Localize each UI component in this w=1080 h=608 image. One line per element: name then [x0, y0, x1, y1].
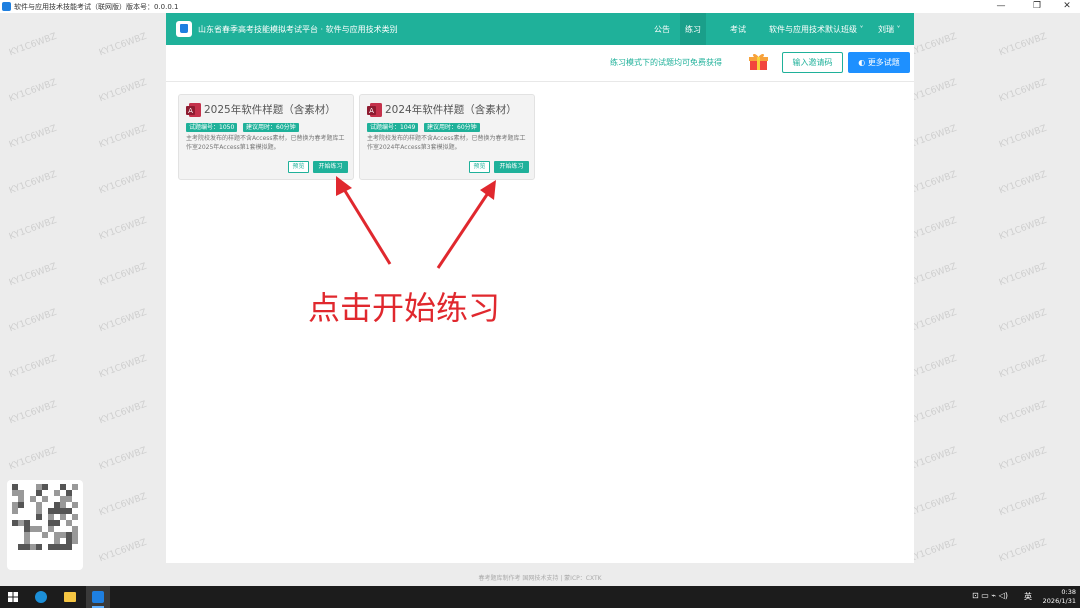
windows-taskbar: ⊡ ▭ ⌁ ◁) 英 0:38 2026/1/31 [0, 586, 1080, 608]
qr-module [12, 502, 18, 508]
qr-module [36, 490, 42, 496]
qr-module [60, 502, 66, 508]
qr-module [24, 526, 30, 532]
qr-module [72, 514, 78, 520]
qr-module [36, 544, 42, 550]
qr-module [18, 502, 24, 508]
qr-module [18, 490, 24, 496]
qr-module [18, 496, 24, 502]
arrow-line [340, 185, 392, 265]
qr-module [72, 526, 78, 532]
qr-module [66, 520, 72, 526]
qr-module [24, 532, 30, 538]
qr-module [66, 508, 72, 514]
clock-date: 2026/1/31 [1042, 597, 1076, 605]
qr-module [54, 508, 60, 514]
qr-module [48, 520, 54, 526]
qr-module [72, 538, 78, 544]
qr-code [7, 480, 83, 570]
qr-module [72, 532, 78, 538]
clock-time: 0:38 [1061, 588, 1076, 596]
qr-module [36, 484, 42, 490]
taskbar-clock[interactable]: 0:38 2026/1/31 [1036, 588, 1076, 606]
qr-module [36, 502, 42, 508]
qr-module [48, 508, 54, 514]
qr-module [36, 514, 42, 520]
file-explorer-icon[interactable] [64, 592, 76, 602]
qr-module [54, 544, 60, 550]
arrowhead [480, 180, 496, 200]
qr-module [54, 520, 60, 526]
qr-module [60, 514, 66, 520]
qr-module [36, 508, 42, 514]
qr-module [72, 502, 78, 508]
qr-code-image [12, 484, 78, 550]
qr-module [30, 544, 36, 550]
tray-icons[interactable]: ⊡ ▭ ⌁ ◁) [972, 591, 1008, 600]
arrowhead [336, 176, 352, 196]
qr-module [66, 490, 72, 496]
qr-module [48, 526, 54, 532]
qr-module [30, 496, 36, 502]
qr-module [12, 484, 18, 490]
qr-module [12, 490, 18, 496]
qr-module [24, 520, 30, 526]
qr-module [30, 526, 36, 532]
qr-module [54, 490, 60, 496]
qr-module [66, 538, 72, 544]
qr-module [66, 544, 72, 550]
qr-module [54, 532, 60, 538]
annotation-arrows [336, 176, 496, 269]
qr-module [72, 484, 78, 490]
qr-module [60, 544, 66, 550]
qr-module [60, 496, 66, 502]
qr-module [42, 484, 48, 490]
qr-module [18, 544, 24, 550]
qr-module [36, 526, 42, 532]
qr-module [24, 544, 30, 550]
input-language-indicator[interactable]: 英 [1024, 591, 1032, 602]
qr-module [12, 520, 18, 526]
qr-module [42, 532, 48, 538]
qr-module [60, 508, 66, 514]
qr-module [48, 514, 54, 520]
qr-module [66, 496, 72, 502]
qr-module [24, 538, 30, 544]
edge-browser-icon[interactable] [35, 591, 47, 603]
qr-module [60, 532, 66, 538]
qr-module [48, 544, 54, 550]
taskbar-exam-app[interactable] [86, 586, 110, 608]
qr-module [42, 496, 48, 502]
qr-module [54, 538, 60, 544]
qr-module [12, 508, 18, 514]
qr-module [60, 484, 66, 490]
windows-start-icon[interactable] [8, 592, 18, 602]
annotation-text: 点击开始练习 [308, 289, 501, 327]
qr-module [54, 502, 60, 508]
arrow-line [436, 189, 492, 269]
qr-module [18, 520, 24, 526]
qr-module [66, 532, 72, 538]
exam-app-icon [92, 591, 104, 603]
